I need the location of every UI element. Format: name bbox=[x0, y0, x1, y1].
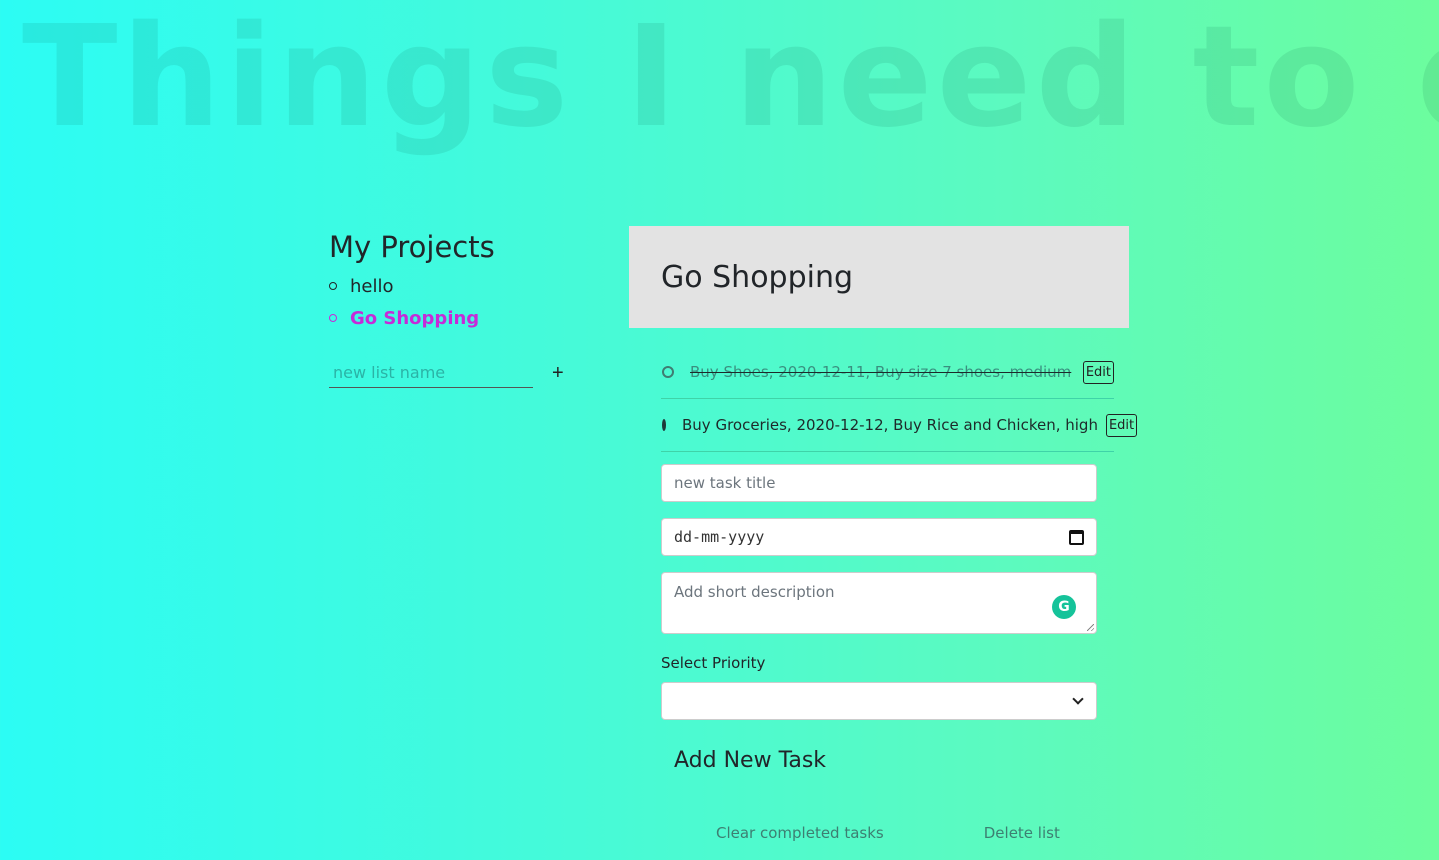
delete-list-button[interactable]: Delete list bbox=[984, 824, 1060, 842]
task-checkbox[interactable] bbox=[662, 366, 674, 378]
priority-label: Select Priority bbox=[661, 654, 766, 672]
calendar-icon[interactable] bbox=[1069, 529, 1084, 545]
list-actions: Clear completed tasks Delete list bbox=[716, 824, 1060, 842]
circle-outline-icon bbox=[329, 282, 337, 290]
edit-button[interactable]: Edit bbox=[1082, 360, 1114, 384]
task-checkbox[interactable] bbox=[662, 419, 666, 431]
description-field: G bbox=[661, 572, 1097, 634]
project-item-go-shopping[interactable]: Go Shopping bbox=[329, 302, 589, 334]
list-header: Go Shopping bbox=[629, 226, 1129, 328]
date-placeholder: dd-mm-yyyy bbox=[674, 528, 765, 546]
add-list-button[interactable]: + bbox=[552, 363, 564, 383]
resize-handle-icon[interactable] bbox=[1087, 624, 1094, 631]
project-item-hello[interactable]: hello bbox=[329, 270, 589, 302]
task-row: Buy Groceries, 2020-12-12, Buy Rice and … bbox=[661, 399, 1138, 452]
task-title-input[interactable] bbox=[661, 464, 1097, 502]
new-task-form: dd-mm-yyyy G Select Priority Add New Tas… bbox=[661, 464, 1097, 773]
project-list: hello Go Shopping bbox=[329, 270, 589, 334]
priority-select[interactable] bbox=[661, 682, 1097, 720]
circle-outline-icon bbox=[329, 314, 337, 322]
project-label: Go Shopping bbox=[350, 307, 480, 329]
task-list: Buy Shoes, 2020-12-11, Buy size 7 shoes,… bbox=[661, 346, 1138, 452]
task-date-input[interactable]: dd-mm-yyyy bbox=[661, 518, 1097, 556]
task-text: Buy Groceries, 2020-12-12, Buy Rice and … bbox=[682, 416, 1098, 434]
project-label: hello bbox=[350, 275, 394, 297]
edit-button[interactable]: Edit bbox=[1105, 413, 1138, 437]
new-list-row: + bbox=[329, 358, 589, 388]
list-title: Go Shopping bbox=[661, 259, 854, 295]
task-row: Buy Shoes, 2020-12-11, Buy size 7 shoes,… bbox=[661, 346, 1114, 399]
clear-completed-button[interactable]: Clear completed tasks bbox=[716, 824, 884, 842]
add-task-button[interactable]: Add New Task bbox=[674, 748, 826, 773]
description-input[interactable] bbox=[662, 573, 1096, 633]
new-list-input[interactable] bbox=[329, 358, 533, 388]
chevron-down-icon bbox=[1072, 693, 1084, 705]
sidebar: My Projects hello Go Shopping + bbox=[329, 228, 589, 388]
app-title: Things I need to do bbox=[22, 0, 1439, 159]
task-text: Buy Shoes, 2020-12-11, Buy size 7 shoes,… bbox=[690, 363, 1072, 381]
projects-heading: My Projects bbox=[329, 230, 495, 264]
grammarly-icon[interactable]: G bbox=[1052, 595, 1076, 619]
